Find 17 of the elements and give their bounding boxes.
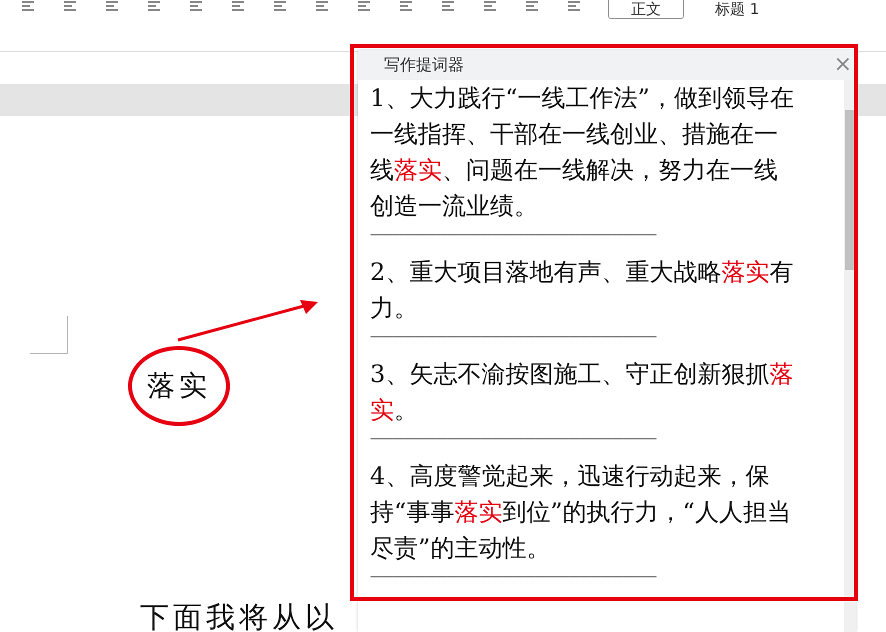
scroll-thumb[interactable]: [845, 110, 855, 270]
prompt-text: 2、重大项目落地有声、重大战略落实有力。: [370, 257, 794, 324]
prompt-text: 3、矢志不渝按图施工、守正创新狠抓落实。: [370, 359, 794, 426]
separator-line: ——————————————————————————: [370, 328, 658, 345]
margin-corner-mark: [30, 316, 68, 354]
separator-line: ——————————————————————————: [370, 430, 658, 447]
align-left-icon[interactable]: [272, 0, 288, 12]
prompt-text: 1、大力践行“一线工作法”，做到领导在一线指挥、干部在一线创业、措施在一线落实、问题在一线解决，努力在一线创造一流业绩。: [370, 83, 795, 222]
panel-title: 写作提词器: [384, 54, 464, 76]
circled-word: 落实: [128, 346, 230, 426]
style-button[interactable]: 正文: [608, 0, 684, 19]
align-center-icon[interactable]: [314, 0, 330, 12]
paragraph-text: 下面我将从以: [140, 599, 338, 632]
separator-line: ——————————————————————————: [370, 568, 658, 585]
justify-icon[interactable]: [398, 0, 414, 12]
prompt-text: 4、高度警觉起来，迅速行动起来，保持“事事落实到位”的执行力，“人人担当尽责”的主动性。: [370, 461, 792, 564]
separator-line: ——————————————————————————: [370, 226, 658, 243]
